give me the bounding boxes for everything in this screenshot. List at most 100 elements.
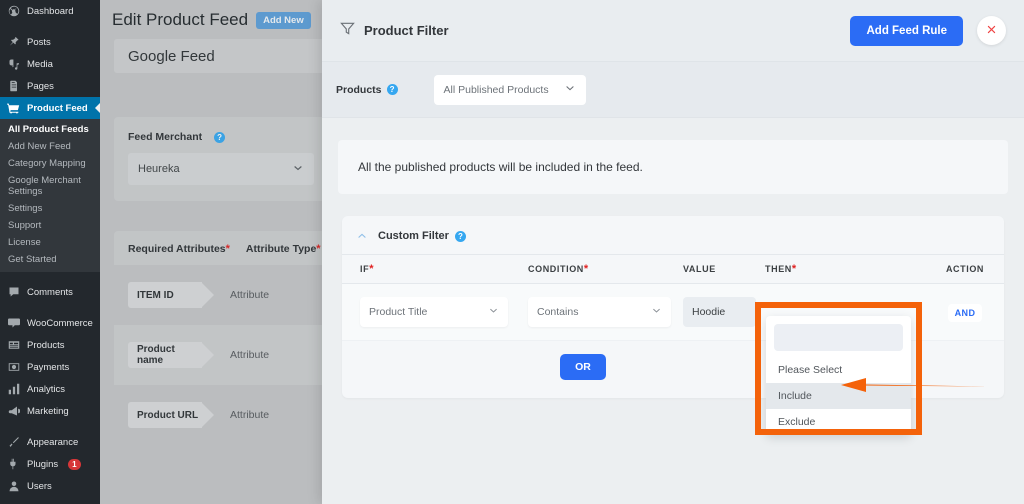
close-button[interactable]: [977, 16, 1006, 45]
chevron-down-icon: [292, 162, 304, 177]
then-dropdown[interactable]: Please Select Include Exclude: [766, 316, 911, 435]
funnel-icon: [340, 21, 355, 41]
submenu-item-get-started[interactable]: Get Started: [0, 251, 100, 268]
then-option-please-select[interactable]: Please Select: [766, 357, 911, 383]
sidebar-item-label: Dashboard: [27, 5, 74, 17]
products-select[interactable]: All Published Products: [433, 74, 586, 105]
pin-icon: [7, 36, 20, 49]
modal-header: Product Filter Add Feed Rule: [322, 0, 1024, 62]
submenu-item-support[interactable]: Support: [0, 217, 100, 234]
help-circle-icon[interactable]: ?: [214, 131, 226, 143]
products-select-value: All Published Products: [443, 83, 549, 96]
chevron-down-icon: [488, 305, 499, 319]
condition-cell: Contains: [528, 297, 683, 327]
sidebar-item-pages[interactable]: Pages: [0, 75, 100, 97]
value-cell: [683, 297, 765, 327]
sidebar-item-label: Pages: [27, 80, 54, 92]
sidebar-item-users[interactable]: Users: [0, 475, 100, 497]
payments-icon: [7, 361, 20, 374]
modal-title-group: Product Filter: [340, 21, 850, 41]
column-condition: CONDITION*: [528, 263, 589, 275]
submenu-item-license[interactable]: License: [0, 234, 100, 251]
table-row: ITEM ID Attribute: [114, 265, 324, 325]
add-new-button[interactable]: Add New: [256, 11, 311, 29]
product-feed-submenu: All Product Feeds Add New Feed Category …: [0, 119, 100, 272]
column-required-attributes: Required Attributes*: [128, 243, 230, 255]
sidebar-divider: [0, 22, 100, 31]
sidebar-item-plugins[interactable]: Plugins 1: [0, 453, 100, 475]
sidebar-item-products[interactable]: Products: [0, 334, 100, 356]
submenu-item-google-merchant-settings[interactable]: Google Merchant Settings: [0, 172, 100, 200]
chevron-up-icon[interactable]: [356, 230, 368, 242]
products-icon: [7, 339, 20, 352]
feed-merchant-label: Feed Merchant: [128, 131, 203, 143]
value-input[interactable]: [683, 297, 756, 327]
page-title: Product Filter: [364, 23, 449, 38]
feed-name-field[interactable]: Google Feed: [114, 39, 324, 73]
if-select-value: Product Title: [369, 306, 428, 318]
products-filter-bar: Products ? All Published Products: [322, 62, 1024, 118]
submenu-item-add-new-feed[interactable]: Add New Feed: [0, 138, 100, 155]
submenu-item-all-product-feeds[interactable]: All Product Feeds: [0, 121, 100, 138]
users-icon: [7, 480, 20, 493]
column-value: VALUE: [683, 264, 716, 274]
then-option-exclude[interactable]: Exclude: [766, 409, 911, 435]
action-cell: AND: [930, 303, 1000, 322]
feed-merchant-select[interactable]: Heureka: [128, 153, 314, 185]
megaphone-icon: [7, 405, 20, 418]
sidebar-divider: [0, 272, 100, 281]
condition-select[interactable]: Contains: [528, 297, 671, 327]
submenu-item-category-mapping[interactable]: Category Mapping: [0, 155, 100, 172]
sidebar-item-label: Plugins: [27, 458, 59, 470]
sidebar-item-label: Appearance: [27, 436, 79, 448]
sidebar-item-label: WooCommerce: [27, 317, 93, 329]
attribute-name: Product URL: [128, 402, 214, 428]
background-admin-page: Edit Product Feed Add New Google Feed Fe…: [100, 0, 324, 504]
sidebar-item-dashboard[interactable]: Dashboard: [0, 0, 100, 22]
sidebar-item-product-feed[interactable]: Product Feed: [0, 97, 100, 119]
sidebar-item-label: Products: [27, 339, 65, 351]
sidebar-item-media[interactable]: Media: [0, 53, 100, 75]
info-message: All the published products will be inclu…: [338, 140, 1008, 194]
sidebar-item-label: Analytics: [27, 383, 66, 395]
if-select[interactable]: Product Title: [360, 297, 508, 327]
plugins-update-badge: 1: [68, 458, 81, 470]
then-dropdown-field[interactable]: [774, 324, 903, 351]
sidebar-item-analytics[interactable]: Analytics: [0, 378, 100, 400]
feed-merchant-panel: Feed Merchant ? Heureka: [114, 117, 324, 201]
column-if: IF*: [360, 263, 375, 275]
pages-icon: [7, 80, 20, 93]
chevron-down-icon: [651, 305, 662, 319]
chevron-down-icon: [564, 82, 576, 97]
sidebar-item-posts[interactable]: Posts: [0, 31, 100, 53]
sidebar-item-woocommerce[interactable]: WooCommerce: [0, 312, 100, 334]
attribute-name: ITEM ID: [128, 282, 214, 308]
sidebar-item-comments[interactable]: Comments: [0, 281, 100, 303]
attribute-type: Attribute: [230, 289, 270, 301]
sidebar-item-marketing[interactable]: Marketing: [0, 400, 100, 422]
table-row: Product name Attribute: [114, 325, 324, 385]
attribute-name: Product name: [128, 342, 214, 368]
product-filter-modal: Product Filter Add Feed Rule Products ? …: [322, 0, 1024, 504]
custom-filter-header[interactable]: Custom Filter ?: [342, 216, 1004, 254]
add-feed-rule-button[interactable]: Add Feed Rule: [850, 15, 963, 46]
brush-icon: [7, 436, 20, 449]
and-button[interactable]: AND: [947, 303, 983, 322]
feed-merchant-label-row: Feed Merchant ?: [128, 131, 324, 143]
custom-filter-title: Custom Filter: [378, 230, 449, 242]
help-circle-icon[interactable]: ?: [386, 84, 398, 95]
then-option-include[interactable]: Include: [766, 383, 911, 409]
or-button[interactable]: OR: [560, 353, 606, 380]
help-circle-icon[interactable]: ?: [454, 230, 466, 242]
column-action: ACTION: [945, 264, 985, 274]
sidebar-item-payments[interactable]: Payments: [0, 356, 100, 378]
sidebar-item-appearance[interactable]: Appearance: [0, 431, 100, 453]
required-attributes-panel: Required Attributes* Attribute Type* ITE…: [114, 231, 324, 445]
cart-icon: [7, 102, 20, 115]
sidebar-item-label: Users: [27, 480, 52, 492]
submenu-item-settings[interactable]: Settings: [0, 200, 100, 217]
column-attribute-type: Attribute Type*: [245, 243, 321, 255]
close-icon: [986, 23, 997, 38]
media-icon: [7, 58, 20, 71]
plug-icon: [7, 458, 20, 471]
